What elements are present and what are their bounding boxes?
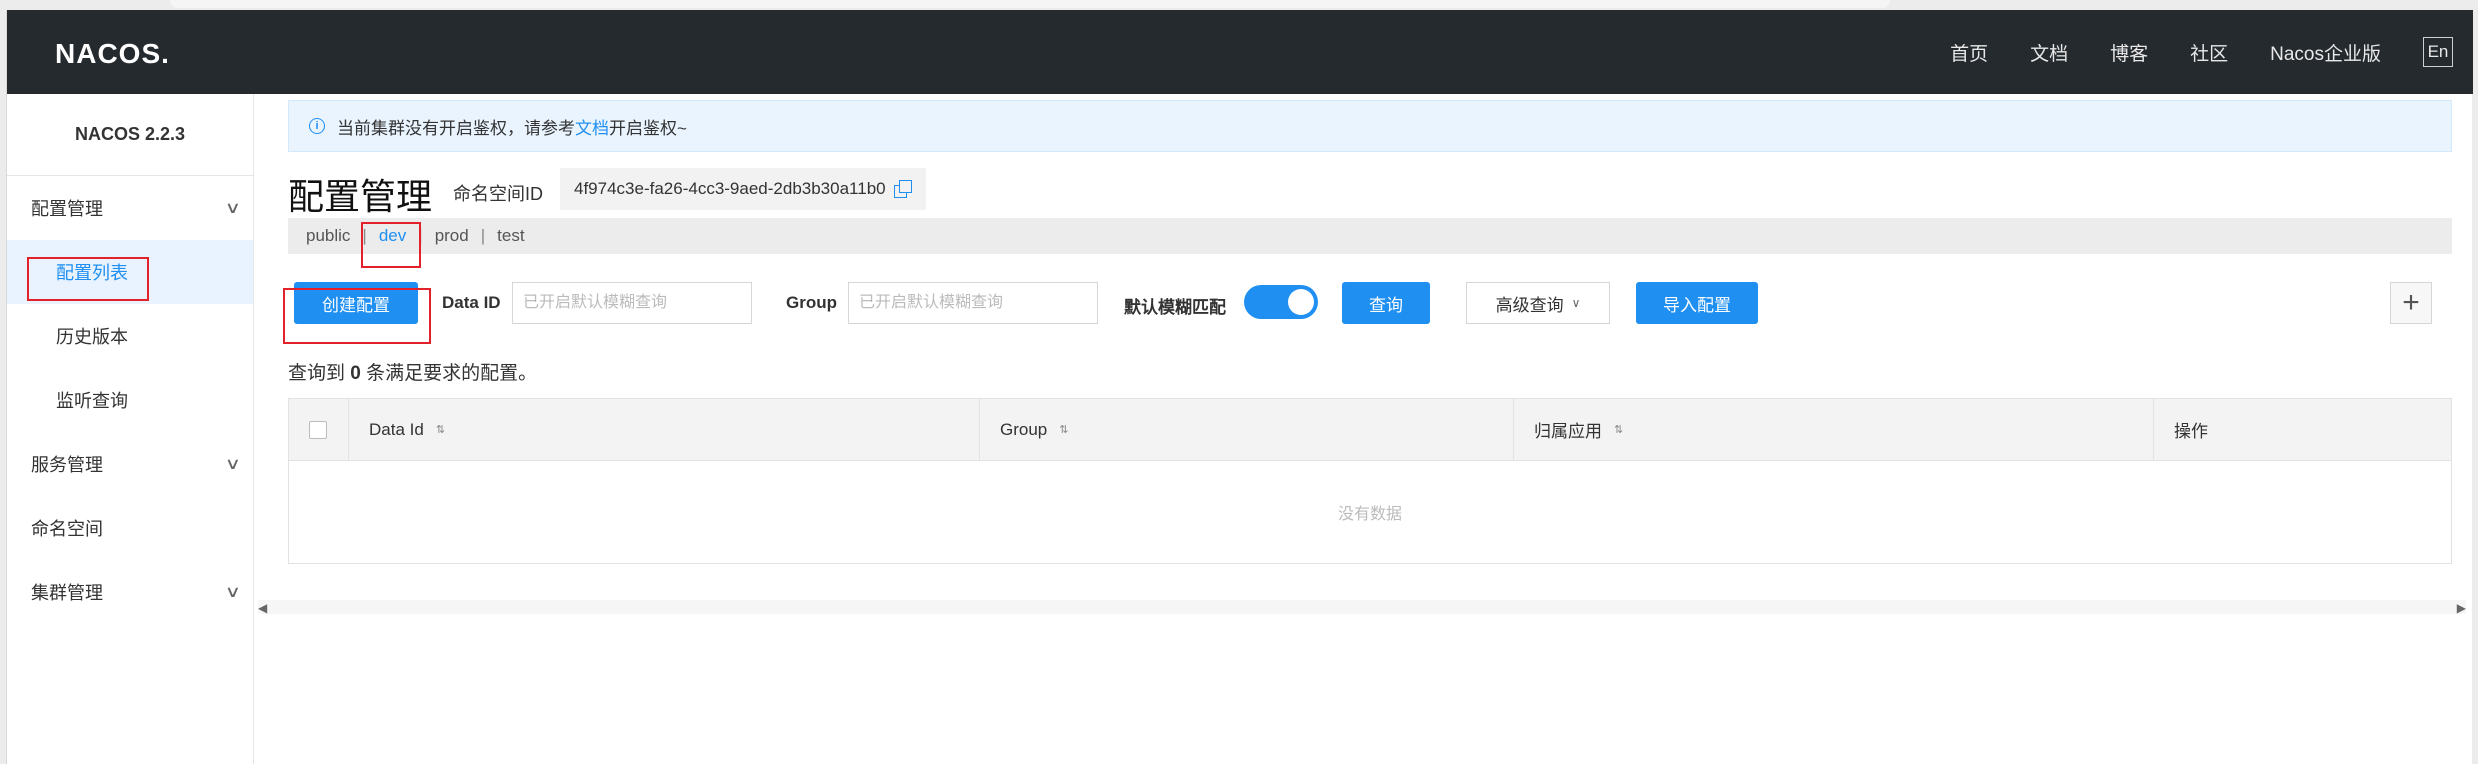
- config-table: Data Id ⇅ Group ⇅ 归属应用 ⇅ 操作 没有数据: [288, 398, 2452, 564]
- sidebar-group-label: 集群管理: [31, 583, 103, 603]
- result-suffix: 条满足要求的配置。: [366, 363, 538, 384]
- advanced-query-dropdown[interactable]: 高级查询 ∨: [1466, 282, 1610, 324]
- sort-icon[interactable]: ⇅: [436, 423, 445, 436]
- column-data-id[interactable]: Data Id ⇅: [349, 399, 980, 460]
- horizontal-scrollbar[interactable]: ◀ ▶: [258, 600, 2466, 615]
- result-count: 0: [350, 363, 361, 384]
- plus-icon[interactable]: +: [2390, 282, 2432, 324]
- data-id-input[interactable]: [512, 282, 752, 324]
- tab-public[interactable]: public: [306, 226, 350, 246]
- group-input[interactable]: [848, 282, 1098, 324]
- top-header: NACOS. 首页 文档 博客 社区 Nacos企业版 En: [7, 10, 2473, 94]
- nacos-logo[interactable]: NACOS.: [55, 38, 170, 70]
- select-all-checkbox[interactable]: [309, 420, 327, 439]
- sidebar-item-label: 监听查询: [56, 391, 128, 411]
- sidebar-item-listener-query[interactable]: 监听查询: [7, 368, 253, 432]
- page-title: 配置管理: [288, 176, 433, 217]
- sidebar-group-config[interactable]: 配置管理 ∨: [7, 176, 253, 240]
- group-label: Group: [786, 293, 837, 312]
- language-switch-button[interactable]: En: [2423, 37, 2453, 67]
- nav-home[interactable]: 首页: [1950, 39, 1988, 66]
- fuzzy-match-toggle[interactable]: [1244, 285, 1318, 319]
- sidebar-group-label: 命名空间: [31, 519, 103, 539]
- column-actions: 操作: [2154, 399, 2451, 460]
- annotation-box-config-list: [27, 257, 149, 301]
- namespace-tabs: public | dev | prod | test: [288, 218, 2452, 254]
- sidebar-group-label: 配置管理: [31, 199, 103, 219]
- chevron-down-icon: ∨: [1571, 296, 1581, 310]
- query-button[interactable]: 查询: [1342, 282, 1430, 324]
- scroll-left-icon[interactable]: ◀: [258, 601, 267, 615]
- sidebar-group-cluster[interactable]: 集群管理 ∨: [7, 560, 253, 624]
- sidebar: NACOS 2.2.3 配置管理 ∨ 配置列表 历史版本 监听查询 服务管理 ∨…: [7, 94, 254, 764]
- table-header: Data Id ⇅ Group ⇅ 归属应用 ⇅ 操作: [289, 399, 2451, 461]
- data-id-label: Data ID: [442, 293, 501, 312]
- select-all-cell: [289, 399, 349, 460]
- auth-notice: i 当前集群没有开启鉴权，请参考 文档 开启鉴权~: [288, 100, 2452, 152]
- empty-state: 没有数据: [1337, 506, 1402, 523]
- notice-suffix: 开启鉴权~: [609, 118, 687, 138]
- annotation-box-create-button: [283, 288, 431, 344]
- import-config-button[interactable]: 导入配置: [1636, 282, 1758, 324]
- copy-icon[interactable]: [893, 180, 912, 198]
- column-group[interactable]: Group ⇅: [980, 399, 1514, 460]
- namespace-id-text: 4f974c3e-fa26-4cc3-9aed-2db3b30a11b0: [574, 179, 886, 198]
- sidebar-item-history[interactable]: 历史版本: [7, 304, 253, 368]
- sidebar-group-label: 服务管理: [31, 455, 103, 475]
- notice-prefix: 当前集群没有开启鉴权，请参考: [337, 118, 575, 138]
- sidebar-group-service[interactable]: 服务管理 ∨: [7, 432, 253, 496]
- info-icon: i: [309, 118, 325, 134]
- nav-docs[interactable]: 文档: [2030, 39, 2068, 66]
- version-label: NACOS 2.2.3: [7, 94, 253, 176]
- column-label: Group: [1000, 419, 1048, 439]
- advanced-query-label: 高级查询: [1495, 295, 1564, 315]
- namespace-id-value: 4f974c3e-fa26-4cc3-9aed-2db3b30a11b0: [560, 168, 926, 210]
- toggle-knob: [1288, 289, 1314, 315]
- query-toolbar: 创建配置 Data ID Group 默认模糊匹配 查询 高级查询 ∨ 导入配置…: [288, 282, 2452, 324]
- namespace-id-label: 命名空间ID: [453, 184, 543, 204]
- chevron-down-icon: ∨: [224, 584, 242, 601]
- column-label: 归属应用: [1534, 422, 1602, 441]
- nav-enterprise[interactable]: Nacos企业版: [2270, 39, 2381, 66]
- sort-icon[interactable]: ⇅: [1614, 423, 1623, 436]
- column-label: 操作: [2174, 422, 2208, 441]
- top-nav: 首页 文档 博客 社区 Nacos企业版 En: [1950, 10, 2473, 94]
- column-app[interactable]: 归属应用 ⇅: [1514, 399, 2154, 460]
- fuzzy-match-label: 默认模糊匹配: [1124, 298, 1226, 317]
- sort-icon[interactable]: ⇅: [1059, 423, 1068, 436]
- sidebar-item-label: 历史版本: [56, 327, 128, 347]
- tab-separator: |: [480, 226, 486, 245]
- tab-prod[interactable]: prod: [435, 226, 469, 246]
- nav-blog[interactable]: 博客: [2110, 39, 2148, 66]
- scroll-right-icon[interactable]: ▶: [2457, 601, 2466, 615]
- browser-top-strip: [170, 0, 1890, 8]
- column-label: Data Id: [369, 419, 424, 439]
- chevron-down-icon: ∨: [224, 200, 242, 217]
- tab-test[interactable]: test: [497, 226, 524, 246]
- result-summary: 查询到 0 条满足要求的配置。: [288, 358, 537, 385]
- notice-docs-link[interactable]: 文档: [575, 114, 609, 139]
- nav-community[interactable]: 社区: [2190, 39, 2228, 66]
- result-prefix: 查询到: [288, 363, 346, 384]
- chevron-down-icon: ∨: [224, 456, 242, 473]
- sidebar-item-namespace[interactable]: 命名空间: [7, 496, 253, 560]
- annotation-box-dev-tab: [361, 222, 421, 268]
